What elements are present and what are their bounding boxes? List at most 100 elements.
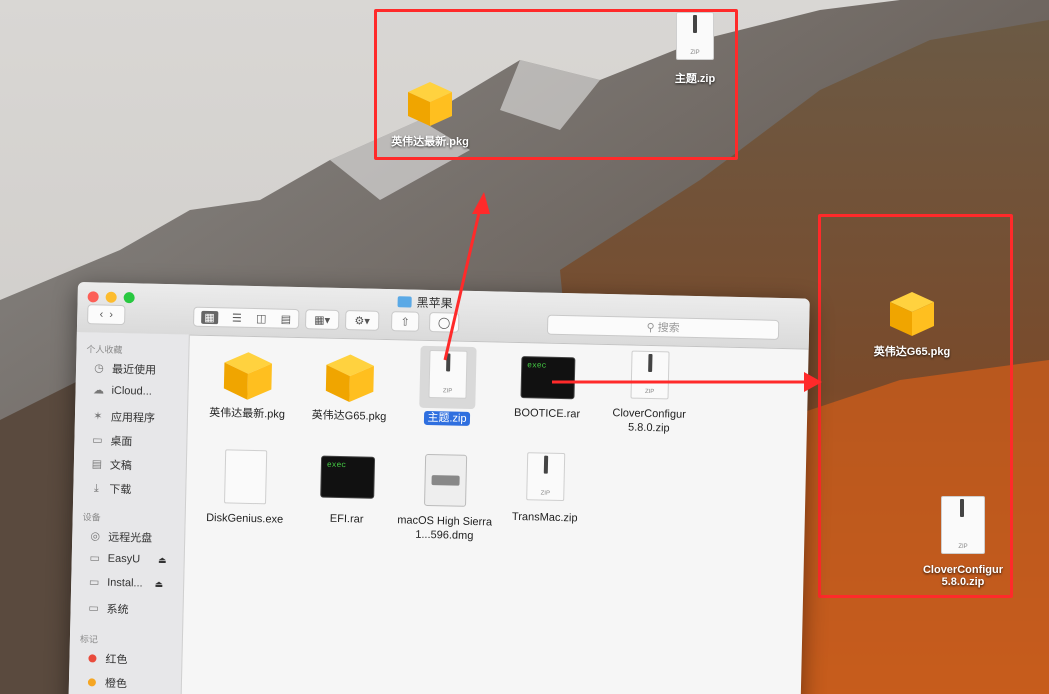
tags-button[interactable]: ◯ (428, 311, 460, 333)
share-icon: ⇧ (400, 315, 410, 329)
red-tag-dot (88, 654, 97, 663)
package-icon (325, 354, 374, 403)
file-item[interactable]: DiskGenius.exe (193, 449, 299, 527)
sidebar-item-label: 最近使用 (111, 363, 157, 377)
sidebar-item-label: 文稿 (109, 459, 132, 473)
package-icon (408, 82, 452, 126)
eject-icon[interactable]: ⏏ (158, 554, 167, 565)
desktop-icon-theme-zip[interactable]: ZIP 主题.zip (665, 12, 725, 86)
tag-icon: ◯ (437, 316, 451, 329)
zip-icon: ZIP (941, 496, 985, 554)
file-name: 英伟达最新.pkg (209, 407, 286, 421)
finder-sidebar: 个人收藏 ◷ 最近使用 ☁ iCloud... ✶ 应用程序 ▭ 桌面 ▤ 文稿 ⤓ 下载 … (68, 331, 190, 694)
file-name: DiskGenius.exe (206, 511, 284, 526)
download-icon: ⤓ (93, 482, 99, 495)
file-name: macOS High Sierra 1...596.dmg (397, 514, 493, 543)
folder-icon (397, 296, 412, 308)
sidebar-item-downloads[interactable]: ⤓ 下载 (89, 480, 132, 497)
view-mode-group[interactable]: ▦ ☰ ◫ ▤ (193, 306, 300, 330)
sidebar-item-system[interactable]: ▭ 系统 (86, 600, 128, 617)
file-item[interactable]: ZIP CloverConfigur 5.8.0.zip (597, 350, 703, 436)
file-item[interactable]: exec EFI.rar (295, 455, 401, 527)
back-icon[interactable]: ‹ (99, 308, 103, 320)
file-name: CloverConfigur 5.8.0.zip (612, 407, 686, 435)
file-item-selected[interactable]: ZIP 主题.zip (395, 345, 501, 427)
desktop-icon-label: 英伟达最新.pkg (391, 136, 469, 148)
desktop-icon-nvidia-g65[interactable]: 英伟达G65.pkg (862, 288, 962, 359)
group-icon: ▦▾ (314, 313, 331, 327)
orange-tag-dot (87, 678, 97, 687)
desktop-icon-label: CloverConfigur 5.8.0.zip (922, 564, 1004, 588)
clock-icon: ◷ (94, 362, 104, 375)
sidebar-header-tags: 标记 (79, 634, 99, 645)
sidebar-item-remote-disc[interactable]: ◎ 远程光盘 (88, 528, 152, 545)
package-icon (223, 352, 272, 400)
file-item[interactable]: exec BOOTICE.rar (495, 356, 600, 422)
desktop: 英伟达最新.pkg ZIP 主题.zip 英伟达G65.pkg ZIP Clov… (0, 0, 1049, 694)
action-button[interactable]: ⚙▾ (344, 310, 380, 331)
eject-icon[interactable]: ⏏ (155, 578, 164, 589)
document-icon: ▤ (91, 458, 103, 471)
group-button[interactable]: ▦▾ (304, 309, 340, 330)
finder-window[interactable]: 黑苹果 ‹ › ▦ ☰ ◫ ▤ ▦▾ ⚙▾ ⇧ ◯ ⚲ 搜索 个人收藏 ◷ 最近使… (68, 282, 810, 694)
back-forward-buttons[interactable]: ‹ › (87, 304, 126, 326)
sidebar-item-easyu[interactable]: ▭ EasyU ⏏ (88, 552, 167, 566)
window-title-text: 黑苹果 (416, 295, 453, 311)
zip-icon: ZIP (630, 350, 670, 400)
blank-document-icon (224, 449, 268, 505)
icon-view-icon[interactable]: ▦ (201, 310, 218, 324)
gear-icon: ⚙▾ (354, 314, 371, 328)
file-item[interactable]: ZIP TransMac.zip (493, 451, 599, 525)
drive-icon: ▭ (88, 602, 99, 615)
exec-icon: exec (520, 356, 576, 400)
share-button[interactable]: ⇧ (390, 311, 420, 332)
sidebar-item-label: 红色 (105, 653, 128, 667)
sidebar-item-recents[interactable]: ◷ 最近使用 (92, 360, 156, 377)
file-item[interactable]: 英伟达最新.pkg (195, 347, 301, 422)
sidebar-item-label: iCloud... (111, 384, 153, 398)
sidebar-item-tag-orange[interactable]: 橙色 (85, 674, 127, 691)
sidebar-item-label: 下载 (109, 483, 132, 497)
zip-icon: ZIP (676, 12, 714, 60)
disk-image-icon (424, 453, 468, 507)
selection-highlight: ZIP (419, 345, 477, 410)
sidebar-item-documents[interactable]: ▤ 文稿 (90, 456, 132, 473)
zip-icon: ZIP (428, 349, 468, 399)
search-icon: ⚲ (646, 321, 655, 334)
sidebar-item-label: 应用程序 (110, 411, 156, 425)
file-item[interactable]: 英伟达G65.pkg (297, 349, 403, 424)
desktop-icon-nvidia-latest[interactable]: 英伟达最新.pkg (380, 78, 480, 149)
sidebar-item-icloud[interactable]: ☁ iCloud... (91, 384, 152, 397)
search-field[interactable]: ⚲ 搜索 (546, 314, 780, 340)
disc-icon: ◎ (90, 530, 101, 543)
minimize-button[interactable] (105, 291, 117, 303)
desktop-icon: ▭ (92, 434, 103, 447)
sidebar-item-desktop[interactable]: ▭ 桌面 (90, 432, 132, 449)
desktop-icon-label: 主题.zip (674, 73, 716, 85)
sidebar-item-label: EasyU (107, 552, 141, 566)
file-name: EFI.rar (329, 512, 364, 526)
column-view-icon[interactable]: ◫ (256, 312, 267, 325)
sidebar-item-tag-red[interactable]: 红色 (85, 650, 128, 667)
desktop-icon-label: 英伟达G65.pkg (873, 346, 951, 358)
file-name: TransMac.zip (511, 510, 578, 525)
gallery-view-icon[interactable]: ▤ (281, 312, 292, 325)
sidebar-item-label: 桌面 (110, 435, 133, 449)
sidebar-item-install[interactable]: ▭ Instal... ⏏ (87, 576, 163, 590)
sidebar-item-label: Instal... (107, 576, 143, 590)
sidebar-item-label: 系统 (106, 603, 129, 617)
window-title: 黑苹果 (397, 293, 453, 311)
zoom-button[interactable] (123, 292, 135, 304)
file-item[interactable]: macOS High Sierra 1...596.dmg (392, 453, 498, 543)
sidebar-item-label: 橙色 (104, 677, 128, 691)
desktop-icon-clover-zip[interactable]: ZIP CloverConfigur 5.8.0.zip (918, 496, 1008, 588)
sidebar-header-favorites: 个人收藏 (86, 344, 123, 356)
apps-icon: ✶ (93, 410, 103, 423)
sidebar-item-applications[interactable]: ✶ 应用程序 (91, 408, 155, 425)
forward-icon[interactable]: › (109, 309, 113, 321)
list-view-icon[interactable]: ☰ (232, 311, 242, 324)
zip-icon: ZIP (526, 452, 566, 502)
close-button[interactable] (87, 291, 99, 303)
search-placeholder: 搜索 (657, 322, 680, 335)
sidebar-header-devices: 设备 (82, 512, 101, 523)
